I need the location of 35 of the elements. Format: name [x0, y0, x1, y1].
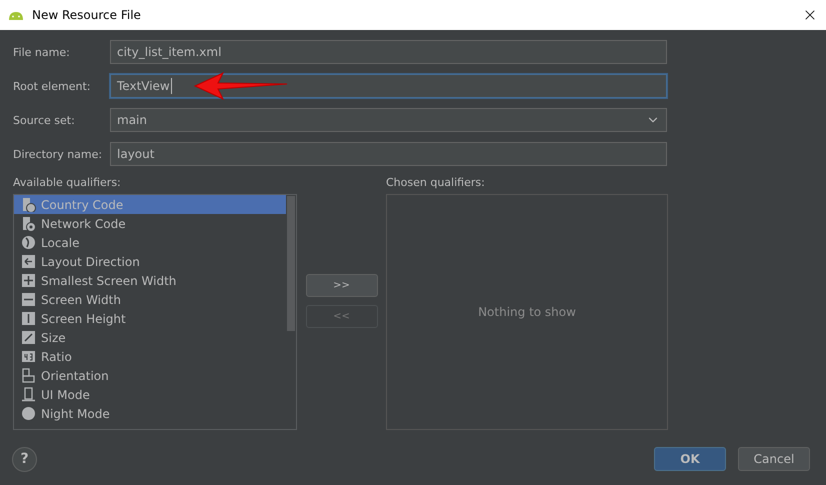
list-item[interactable]: Orientation — [14, 366, 286, 385]
scrollbar[interactable] — [287, 196, 295, 331]
orientation-icon — [21, 368, 36, 383]
help-button[interactable]: ? — [12, 446, 37, 472]
document-globe-icon — [21, 197, 36, 212]
list-item[interactable]: Screen Height — [14, 309, 286, 328]
list-item[interactable]: Screen Width — [14, 290, 286, 309]
ratio-icon — [21, 349, 36, 364]
field-label: Source set: — [13, 114, 76, 126]
field-label: File name: — [13, 46, 71, 58]
empty-message: Nothing to show — [478, 305, 576, 319]
add-button[interactable]: >> — [306, 274, 378, 297]
list-item[interactable]: UI Mode — [14, 385, 286, 404]
monitor-icon — [21, 387, 36, 402]
moon-icon — [21, 406, 36, 421]
dropdown-field[interactable]: main — [110, 108, 667, 132]
input-field[interactable]: city_list_item.xml — [110, 40, 667, 64]
list-item[interactable]: Locale — [14, 233, 286, 252]
field-label: Root element: — [13, 80, 92, 92]
list-item[interactable]: Size — [14, 328, 286, 347]
ok-button[interactable]: OK — [654, 447, 726, 471]
list-item[interactable]: Smallest Screen Width — [14, 271, 286, 290]
android-icon — [8, 10, 24, 20]
list-item[interactable]: Ratio — [14, 347, 286, 366]
list-label: Available qualifiers: — [13, 176, 122, 191]
input-field[interactable]: TextView — [110, 74, 667, 98]
window-title: New Resource File — [32, 8, 142, 22]
input-field[interactable]: layout — [110, 142, 667, 166]
field-label: Directory name: — [13, 148, 104, 160]
list-item[interactable]: Night Mode — [14, 404, 286, 423]
list-label: Chosen qualifiers: — [386, 176, 486, 191]
document-network-icon — [21, 216, 36, 231]
list-item[interactable]: Layout Direction — [14, 252, 286, 271]
cancel-button[interactable]: Cancel — [738, 447, 810, 471]
list-item[interactable]: Network Code — [14, 214, 286, 233]
